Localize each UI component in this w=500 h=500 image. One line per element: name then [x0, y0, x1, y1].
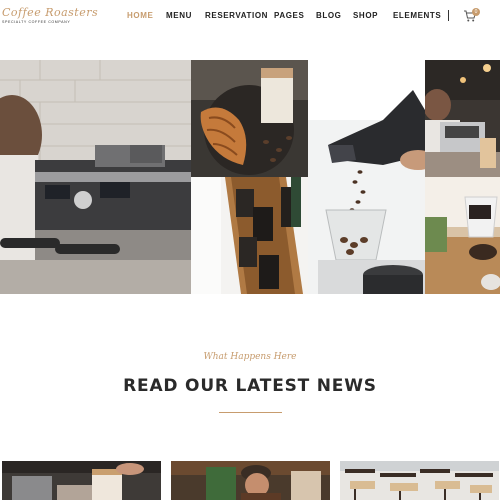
photo-gallery: [0, 60, 500, 294]
news-card-image[interactable]: [171, 461, 330, 500]
cart-button[interactable]: 0: [463, 8, 481, 25]
title-divider: [219, 412, 282, 413]
news-card-image[interactable]: [2, 461, 161, 500]
barista-bar-photo[interactable]: [425, 60, 500, 177]
nav-item-menu[interactable]: MENU: [166, 11, 192, 20]
nav-item-shop[interactable]: SHOP: [353, 11, 378, 20]
cart-count-badge: 0: [472, 8, 480, 16]
coffee-bags-photo[interactable]: [191, 177, 308, 294]
espresso-machine-photo[interactable]: [0, 60, 191, 294]
nav-item-pages[interactable]: PAGES: [274, 11, 304, 20]
nav-item-elements[interactable]: ELEMENTS: [393, 11, 441, 20]
site-header: Coffee Roasters SPECIALTY COFFEE COMPANY…: [0, 0, 500, 34]
nav-item-blog[interactable]: BLOG: [316, 11, 342, 20]
section-title: READ OUR LATEST NEWS: [123, 376, 377, 396]
news-card-image[interactable]: [340, 461, 499, 500]
section-eyebrow: What Happens Here: [203, 352, 297, 362]
croissant-coffee-photo[interactable]: [191, 60, 308, 177]
nav-divider: [448, 10, 449, 21]
main-nav: HOME MENU RESERVATION PAGES BLOG SHOP EL…: [0, 11, 500, 23]
nav-item-home[interactable]: HOME: [127, 11, 153, 20]
coffee-grinder-photo[interactable]: [425, 177, 500, 294]
nav-item-reservation[interactable]: RESERVATION: [205, 11, 268, 20]
coffee-bean-pour-photo[interactable]: [308, 60, 425, 294]
